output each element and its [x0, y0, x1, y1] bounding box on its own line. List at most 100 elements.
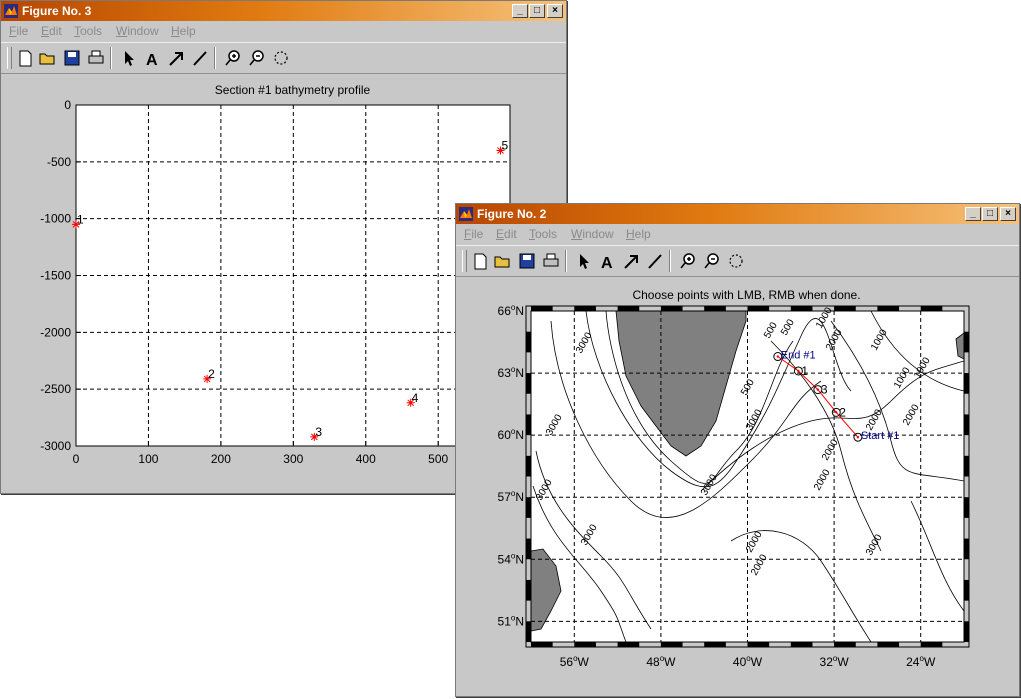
save-icon-label [68, 52, 76, 57]
lon-tick-label: 24oW [906, 654, 936, 669]
menu-tools[interactable]: Tools [529, 227, 557, 241]
frame-segment-right [964, 414, 969, 436]
lat-tick-label: 66oN [498, 303, 524, 318]
save-icon-label [523, 255, 531, 260]
zoom-in-button[interactable] [678, 251, 698, 271]
menu-edit-mnemonic: E [496, 227, 505, 241]
menu-bar: File Edit Tools Window Help [456, 224, 1019, 245]
print-button[interactable] [541, 251, 561, 271]
arrow-select-shape [580, 254, 589, 269]
x-tick-label: 0 [73, 452, 80, 466]
toolbar-separator [214, 47, 216, 69]
arrow-select-button[interactable] [119, 48, 139, 68]
draw-line-button[interactable] [645, 251, 665, 271]
text-icon-glyph: A [601, 255, 613, 271]
title-bar[interactable]: Figure No. 2 _ □ × [456, 204, 1019, 224]
open-button[interactable] [493, 251, 513, 271]
point-label: 5 [501, 138, 508, 152]
close-button[interactable]: × [1000, 207, 1016, 221]
section-point-label: 2 [839, 405, 846, 419]
toolbar-separator [110, 47, 112, 69]
toolbar-grip[interactable] [462, 250, 467, 272]
text-button[interactable]: A [142, 48, 162, 68]
x-tick-label: 500 [428, 452, 448, 466]
print-icon-body [88, 55, 104, 64]
menu-edit-label: dit [49, 24, 62, 38]
print-icon-paper [546, 253, 556, 260]
lon-tick-label: 48oW [646, 654, 676, 669]
print-icon-body [543, 258, 559, 267]
y-tick-label: -1500 [40, 269, 71, 283]
menu-help-mnemonic: H [626, 227, 635, 241]
new-icon [19, 50, 32, 67]
frame-segment-top [790, 306, 813, 311]
text-icon: A [601, 255, 613, 271]
frame-segment-bottom [704, 642, 726, 647]
new-button[interactable] [15, 48, 35, 68]
menu-edit[interactable]: Edit [496, 227, 517, 241]
frame-segment-right [964, 579, 969, 601]
section-point-label: Start #1 [861, 430, 900, 442]
maximize-button[interactable]: □ [982, 207, 998, 221]
text-icon-glyph: A [146, 52, 158, 68]
minimize-button[interactable]: _ [512, 4, 528, 18]
menu-file[interactable]: File [464, 227, 483, 241]
open-button[interactable] [38, 48, 58, 68]
maximize-button[interactable]: □ [529, 4, 545, 18]
draw-arrow-button[interactable] [621, 251, 641, 271]
menu-help[interactable]: Help [171, 24, 196, 38]
arrow-select-icon [125, 51, 134, 66]
zoom-in-button[interactable] [223, 48, 243, 68]
section-point: End #1 [773, 350, 816, 362]
figure-2-window[interactable]: Figure No. 2 _ □ × File Edit Tools Windo… [455, 203, 1020, 697]
rotate-button[interactable] [271, 48, 291, 68]
arrow-select-button[interactable] [574, 251, 594, 271]
zoom-out-button[interactable] [247, 48, 267, 68]
open-icon [494, 256, 510, 268]
frame-segment-bottom [747, 642, 770, 647]
frame-segment-top [747, 306, 770, 311]
menu-help[interactable]: Help [626, 227, 651, 241]
frame-segment-top [574, 306, 596, 311]
rotate-icon [274, 51, 288, 65]
frame-segment-right [964, 538, 969, 560]
section-point-dot [835, 411, 838, 414]
figure-toolbar: A [456, 245, 1019, 277]
frame-segment-top [877, 306, 900, 311]
save-button[interactable] [517, 251, 537, 271]
zoom-out-button[interactable] [702, 251, 722, 271]
save-button[interactable] [62, 48, 82, 68]
lat-tick-label: 51oN [498, 613, 524, 628]
menu-window[interactable]: Window [571, 227, 614, 241]
title-bar[interactable]: Figure No. 3 _ □ × [1, 1, 566, 21]
menu-edit[interactable]: Edit [41, 24, 62, 38]
frame-segment-right [964, 373, 969, 394]
window-title: Figure No. 2 [477, 207, 547, 221]
point-label: 2 [208, 367, 215, 381]
new-icon-shape [474, 253, 487, 270]
draw-line-button[interactable] [190, 48, 210, 68]
section-point-label: 1 [801, 364, 808, 378]
zoom-out-icon [704, 253, 719, 269]
menu-help-label: elp [179, 24, 196, 38]
print-button[interactable] [86, 48, 106, 68]
menu-tools[interactable]: Tools [74, 24, 102, 38]
menu-file[interactable]: File [9, 24, 28, 38]
toolbar-grip[interactable] [7, 47, 12, 69]
minimize-button[interactable]: _ [965, 207, 981, 221]
close-button[interactable]: × [547, 4, 563, 18]
new-button[interactable] [470, 251, 490, 271]
text-button[interactable]: A [597, 251, 617, 271]
draw-arrow-button[interactable] [166, 48, 186, 68]
data-point: 1 [72, 212, 84, 229]
open-icon-shape [39, 53, 55, 65]
x-tick-label: 300 [283, 452, 303, 466]
rotate-button[interactable] [726, 251, 746, 271]
section-point-dot [776, 355, 780, 358]
lat-tick-label: 57oN [498, 489, 524, 504]
map-axes[interactable]: 56oW 48oW 40oW 32oW 24oW 66oN 63oN 60oN 57oN 54oN… [456, 275, 1017, 695]
matlab-icon [459, 207, 473, 221]
menu-edit-label: dit [504, 227, 517, 241]
y-tick-label: -2500 [40, 382, 71, 396]
menu-window[interactable]: Window [116, 24, 159, 38]
